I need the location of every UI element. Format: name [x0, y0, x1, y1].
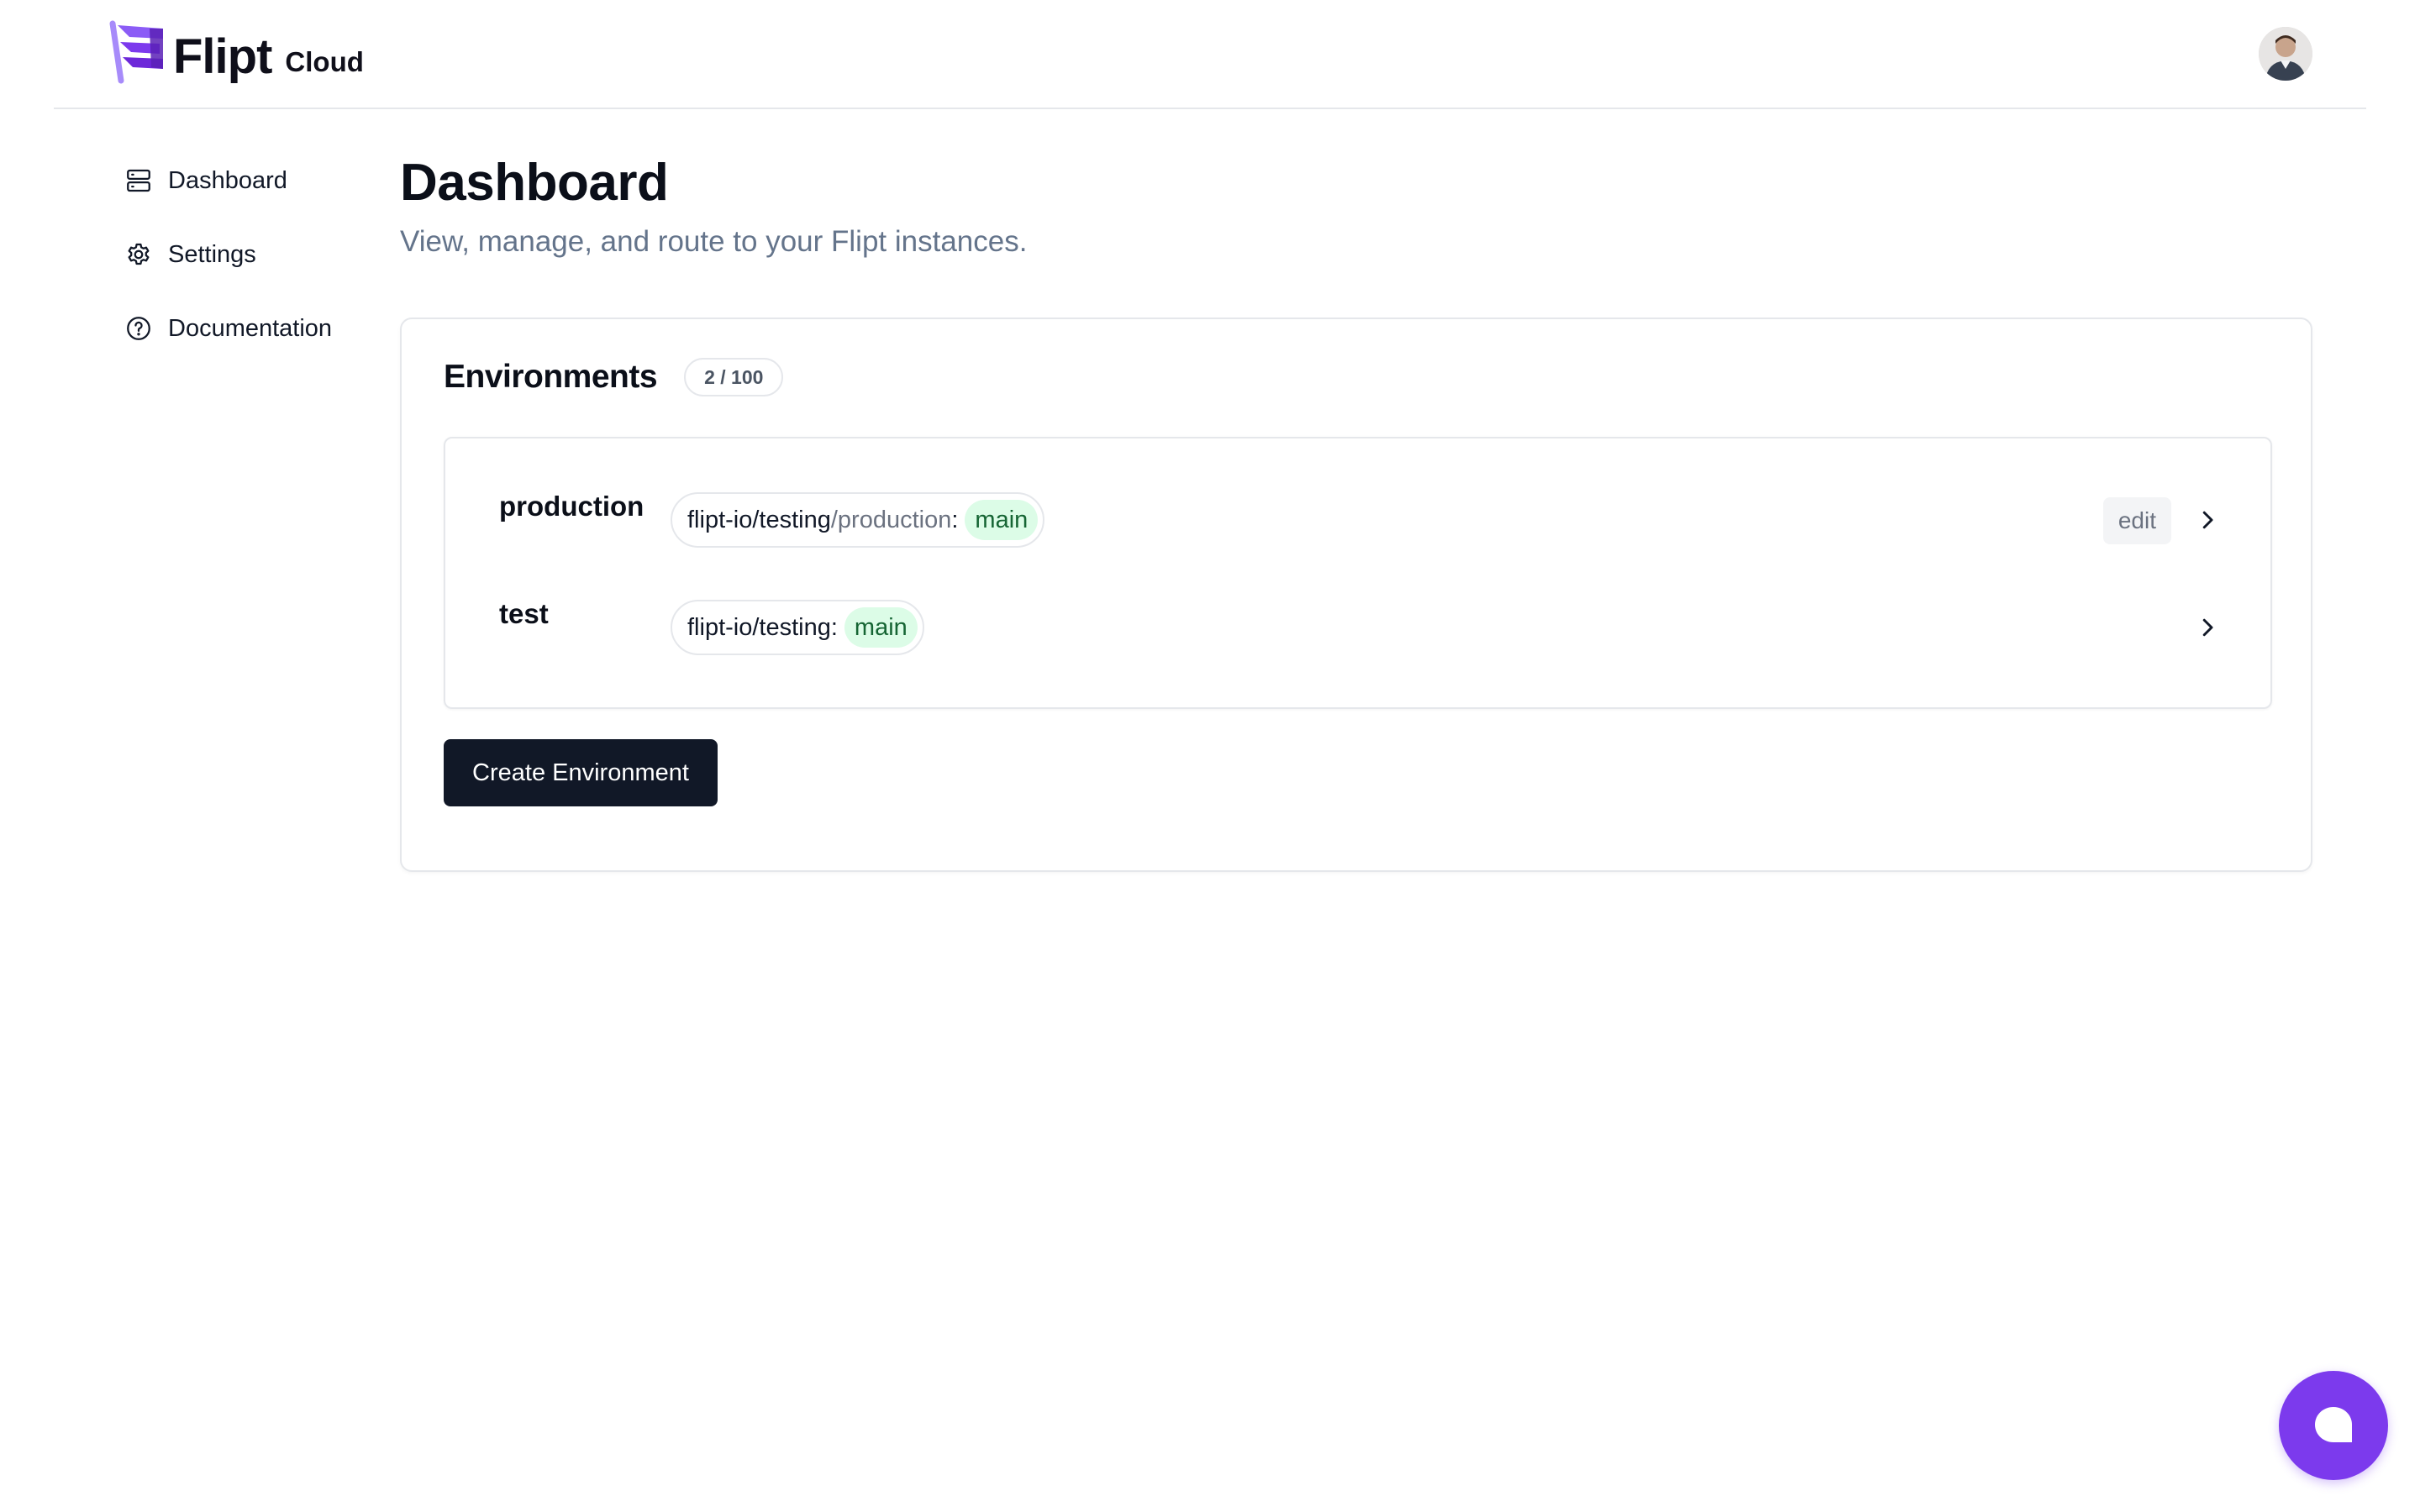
- repository-name: flipt-io/testing: [687, 613, 831, 641]
- brand-name: Flipt: [173, 29, 272, 84]
- sidebar-nav: Dashboard Settings Documentation: [124, 156, 376, 378]
- server-icon: [127, 169, 150, 192]
- main-content: Dashboard View, manage, and route to you…: [400, 151, 2312, 872]
- environment-name: production: [499, 491, 644, 522]
- sidebar-item-dashboard[interactable]: Dashboard: [124, 156, 376, 205]
- environment-row-production[interactable]: production flipt-io/testing/production: …: [445, 469, 2270, 553]
- environments-card: Environments 2 / 100 production flipt-io…: [400, 318, 2312, 872]
- chevron-right-icon[interactable]: [2195, 507, 2220, 533]
- branch-badge: main: [965, 500, 1039, 540]
- gear-icon: [128, 243, 150, 265]
- environment-list: production flipt-io/testing/production: …: [444, 437, 2272, 709]
- environments-header: Environments 2 / 100: [444, 358, 784, 396]
- brand-logo[interactable]: Flipt Cloud: [108, 20, 364, 84]
- question-circle-icon: [127, 317, 150, 340]
- sidebar-item-label: Dashboard: [168, 166, 287, 194]
- sidebar-item-label: Settings: [168, 240, 256, 268]
- environment-count-badge: 2 / 100: [684, 358, 784, 396]
- environment-row-test[interactable]: test flipt-io/testing: main: [445, 576, 2270, 660]
- environment-name: test: [499, 598, 549, 629]
- chat-bubble-icon: [2315, 1407, 2352, 1442]
- sidebar-item-documentation[interactable]: Documentation: [124, 304, 376, 353]
- branch-badge: main: [844, 607, 918, 648]
- chevron-right-icon[interactable]: [2195, 615, 2220, 640]
- repository-path: /production: [830, 506, 952, 533]
- avatar-image: [2259, 27, 2312, 81]
- brand-suffix: Cloud: [285, 46, 364, 77]
- page-title: Dashboard: [400, 154, 669, 212]
- user-avatar[interactable]: [2259, 27, 2312, 81]
- repository-name: flipt-io/testing: [687, 506, 831, 533]
- top-header: Flipt Cloud: [54, 0, 2366, 109]
- repository-separator: :: [830, 613, 838, 641]
- edit-button[interactable]: edit: [2102, 497, 2171, 544]
- sidebar-item-settings[interactable]: Settings: [124, 230, 376, 279]
- create-environment-button[interactable]: Create Environment: [444, 739, 718, 806]
- flipt-flag-icon: [109, 20, 163, 84]
- sidebar-item-label: Documentation: [168, 314, 333, 342]
- repository-pill[interactable]: flipt-io/testing/production: main: [671, 492, 1045, 548]
- environments-title: Environments: [444, 359, 658, 395]
- repository-pill[interactable]: flipt-io/testing: main: [671, 600, 924, 655]
- chat-launcher-button[interactable]: [2279, 1371, 2388, 1480]
- repository-separator: :: [951, 506, 959, 533]
- page-subtitle: View, manage, and route to your Flipt in…: [400, 225, 1028, 258]
